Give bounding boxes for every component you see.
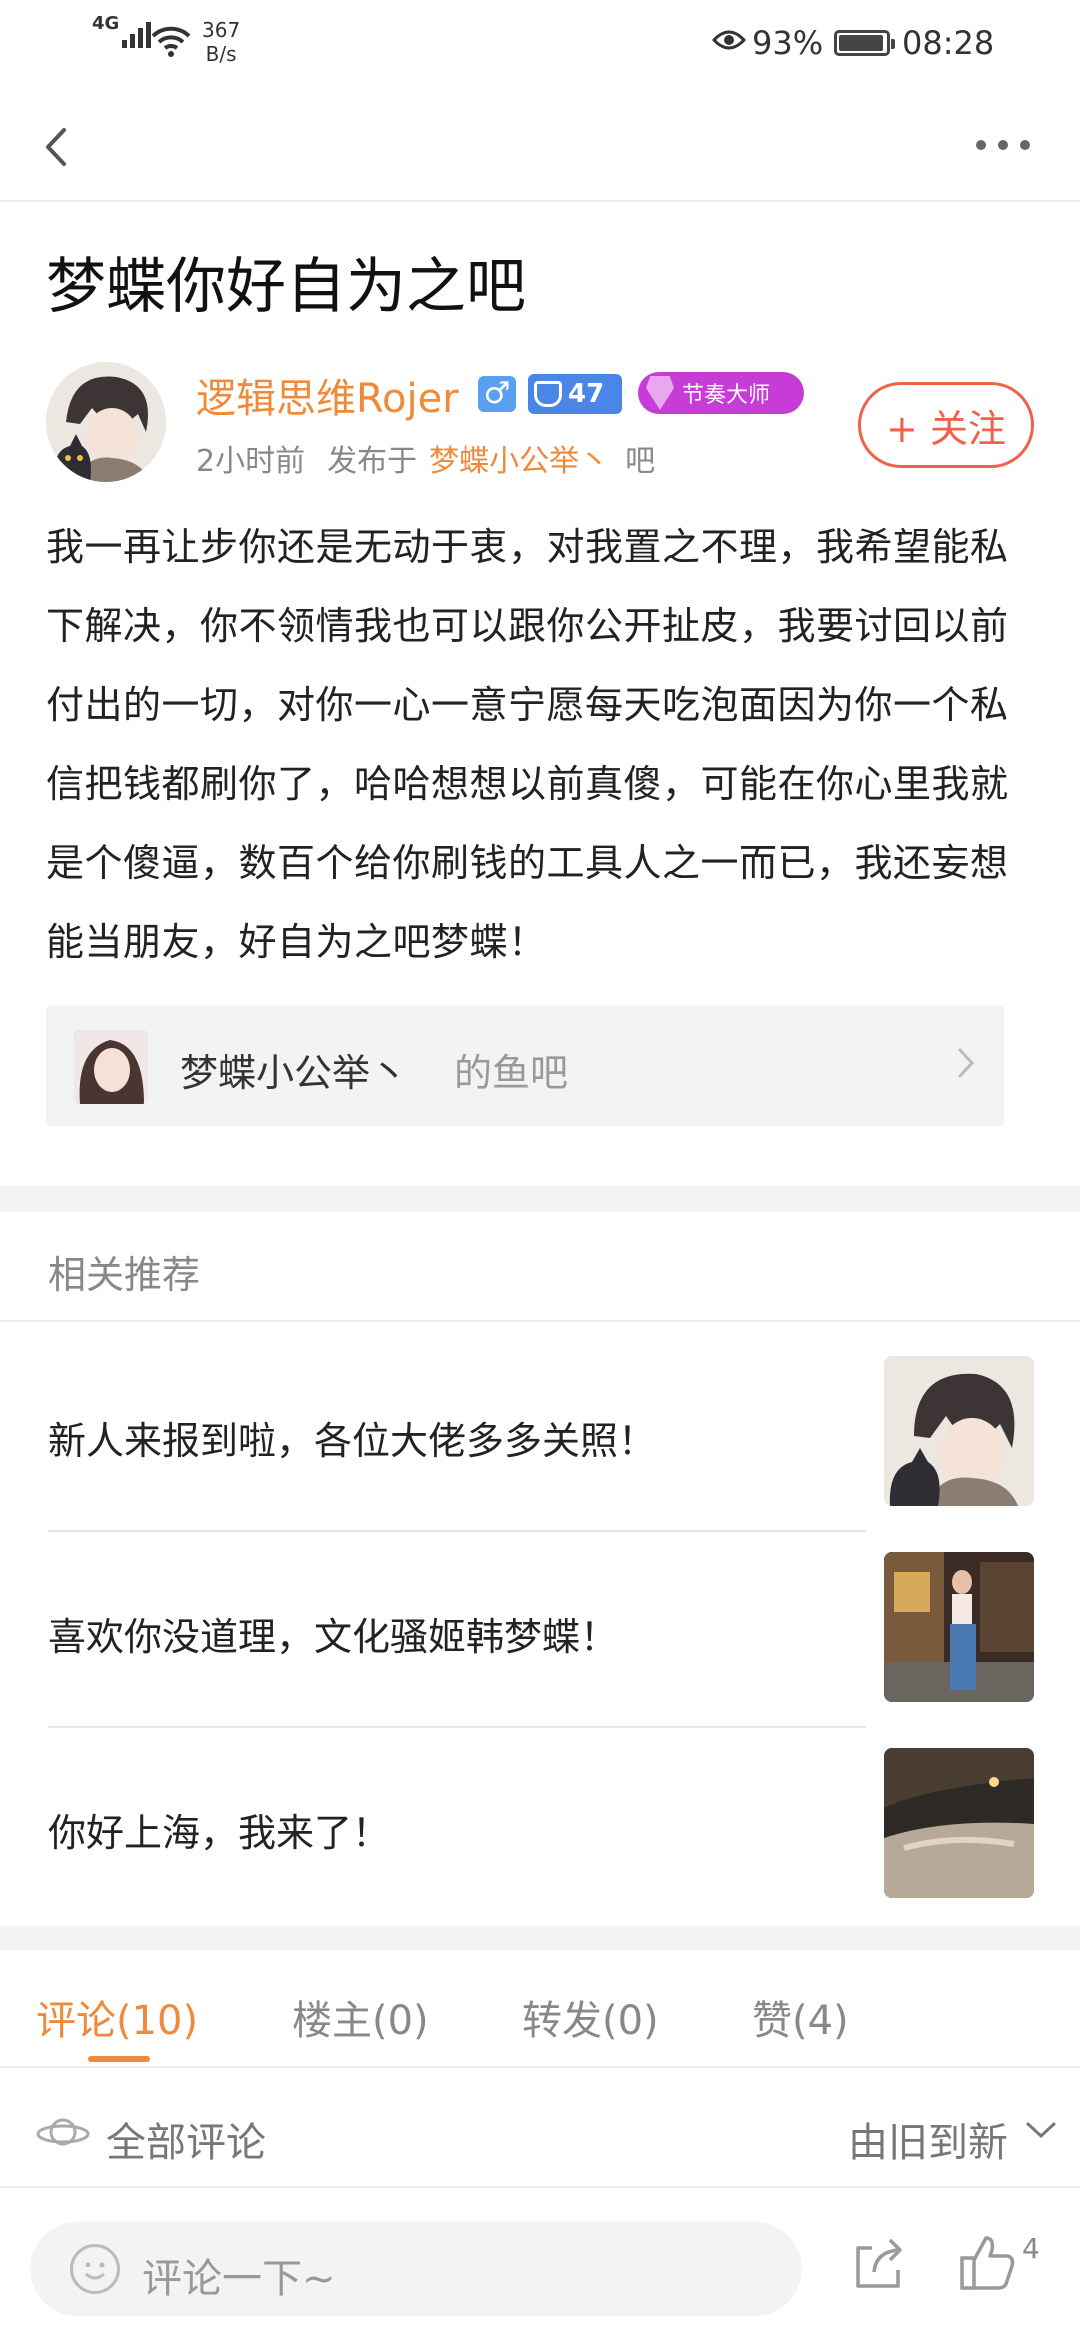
forum-avatar [74, 1030, 148, 1104]
dot-icon [998, 140, 1008, 150]
active-tab-indicator [88, 2056, 150, 2062]
section-divider [0, 1926, 1080, 1950]
related-item-title: 新人来报到啦，各位大佬多多关照！ [48, 1419, 657, 1463]
follow-button[interactable]: + 关注 [858, 382, 1034, 468]
top-nav-bar [0, 88, 1080, 202]
related-item-title: 喜欢你没道理，文化骚姬韩梦蝶！ [48, 1615, 619, 1659]
level-badge: 47 [528, 374, 622, 414]
sort-order-dropdown[interactable]: 由旧到新 [848, 2110, 1008, 2168]
published-in-label: 发布于 [327, 444, 418, 479]
back-button[interactable] [38, 124, 78, 170]
rhythm-master-badge: 节奏大师 [638, 372, 804, 414]
thumbnail-image [884, 1356, 1034, 1506]
thumbnail-image [884, 1552, 1034, 1702]
related-item-title: 你好上海，我来了！ [48, 1811, 391, 1855]
network-speed: 367 B/s [202, 18, 241, 66]
level-value: 47 [568, 379, 605, 409]
emoji-icon[interactable] [70, 2244, 120, 2294]
more-options-button[interactable] [976, 140, 1030, 150]
related-item[interactable]: 喜欢你没道理，文化骚姬韩梦蝶！ [48, 1532, 1080, 1728]
like-count: 4 [1022, 2232, 1040, 2265]
comments-header: 全部评论 由旧到新 [0, 2068, 1080, 2188]
wifi-icon [151, 26, 191, 57]
planet-icon [36, 2118, 90, 2146]
post-title: 梦蝶你好自为之吧 [46, 252, 526, 322]
author-avatar[interactable] [46, 362, 166, 482]
dot-icon [1020, 140, 1030, 150]
forum-type: 的鱼吧 [454, 1051, 569, 1095]
gem-icon [646, 376, 674, 410]
forum-card[interactable]: 梦蝶小公举丶 的鱼吧 [46, 1006, 1004, 1126]
comment-placeholder: 评论一下~ [142, 2256, 336, 2302]
divider [0, 1320, 1080, 1322]
share-icon[interactable] [852, 2234, 906, 2290]
male-gender-badge: ♂ [478, 376, 516, 412]
chevron-right-icon [958, 1048, 975, 1078]
forum-suffix: 吧 [625, 444, 656, 479]
all-comments-label: 全部评论 [106, 2120, 266, 2166]
chevron-down-icon[interactable] [1024, 2118, 1058, 2142]
clock: 08:28 [902, 24, 995, 62]
thumbnail-image [884, 1748, 1034, 1898]
post-time: 2小时前 [196, 444, 306, 479]
badge-label: 节奏大师 [682, 383, 771, 408]
battery-percent: 93% [752, 24, 824, 62]
related-item[interactable]: 你好上海，我来了！ [48, 1728, 1080, 1924]
related-item-thumbnail [884, 1356, 1034, 1506]
smile-glyph [85, 2262, 105, 2280]
related-item[interactable]: 新人来报到啦，各位大佬多多关照！ [48, 1336, 1080, 1532]
author-name[interactable]: 逻辑思维Rojer [196, 366, 459, 424]
related-title: 相关推荐 [48, 1253, 201, 1297]
related-item-thumbnail [884, 1748, 1034, 1898]
eye-comfort-icon [712, 30, 746, 50]
section-divider [0, 1186, 1080, 1212]
forum-link[interactable]: 梦蝶小公举丶 [429, 436, 609, 480]
avatar-image [46, 362, 166, 482]
tab-op[interactable]: 楼主(0) [292, 1988, 429, 2046]
tab-reposts[interactable]: 转发(0) [522, 1988, 659, 2046]
tab-comments[interactable]: 评论(10) [36, 1988, 198, 2046]
thumbs-up-icon[interactable] [958, 2232, 1016, 2292]
cellular-signal-icon: 4G [92, 13, 152, 48]
post-meta: 2小时前 发布于 梦蝶小公举丶 吧 [196, 436, 655, 480]
shield-icon [534, 381, 562, 407]
battery-icon [834, 30, 895, 56]
dot-icon [976, 140, 986, 150]
post-body: 我一再让步你还是无动于衷，对我置之不理，我希望能私下解决，你不领情我也可以跟你公… [46, 525, 1009, 964]
tab-likes[interactable]: 赞(4) [752, 1988, 849, 2046]
forum-name: 梦蝶小公举丶 [180, 1051, 409, 1095]
forum-avatar-image [74, 1030, 148, 1104]
bottom-action-bar: 评论一下~ 4 [0, 2188, 1080, 2340]
related-item-thumbnail [884, 1552, 1034, 1702]
status-bar: 4G 367 B/s 93% 08:28 [0, 0, 1080, 88]
comment-input[interactable]: 评论一下~ [30, 2222, 802, 2316]
comment-tabs: 评论(10) 楼主(0) 转发(0) 赞(4) [0, 1950, 1080, 2068]
